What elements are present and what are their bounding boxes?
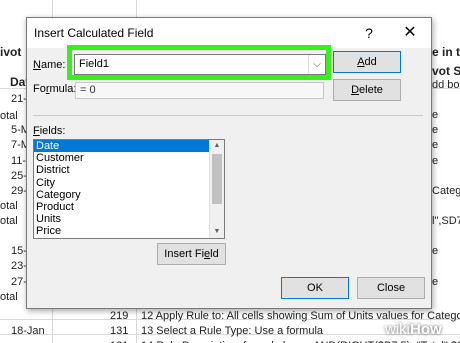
sheet-cell: ivot: [0, 45, 22, 59]
sheet-cell: Catego: [432, 185, 460, 197]
sheet-cell: 219: [110, 310, 129, 322]
sheet-cell: 131: [110, 325, 129, 337]
field-list-item[interactable]: District: [34, 164, 210, 176]
close-button[interactable]: Close: [357, 277, 425, 299]
formula-value: = 0: [80, 84, 96, 96]
sheet-cell: l",SD7: [432, 215, 460, 227]
sheet-cell: otal: [0, 200, 18, 212]
ok-button[interactable]: OK: [281, 277, 349, 299]
fields-label: Fields:: [33, 125, 66, 137]
scrollbar[interactable]: ▲ ▼: [209, 140, 224, 238]
sheet-cell: otal: [0, 110, 18, 122]
sheet-cell: 15-: [11, 245, 27, 257]
sheet-cell: 25-: [11, 170, 27, 182]
field-list-item[interactable]: Category: [34, 189, 210, 201]
sheet-cell: 29-: [11, 185, 27, 197]
field-list-item[interactable]: City: [34, 177, 210, 189]
sheet-cell: 27-: [11, 276, 27, 288]
sheet-cell: e: [432, 124, 439, 136]
sheet-cell: e in th: [432, 45, 460, 59]
name-label: Name:: [33, 59, 66, 71]
field-list-item[interactable]: Customer: [34, 152, 210, 164]
sheet-cell: 11-: [11, 155, 27, 167]
dialog-titlebar: Insert Calculated Field ? ✕: [27, 18, 431, 48]
wikihow-logo: wikiHow: [385, 321, 442, 338]
separator: [33, 115, 423, 116]
insert-calculated-field-dialog: Insert Calculated Field ? ✕ Name: Field1…: [26, 17, 432, 309]
sheet-cell: 21-: [11, 93, 27, 105]
highlight-box: [67, 45, 331, 80]
sheet-cell: otal: [0, 291, 18, 303]
sheet-cell: e: [432, 276, 439, 288]
sheet-cell: 23-: [11, 260, 27, 272]
dialog-title: Insert Calculated Field: [34, 26, 154, 40]
sheet-cell: 13 Select a Rule Type: Use a formula: [141, 325, 324, 337]
sheet-cell: dd box: [432, 79, 460, 91]
close-icon[interactable]: ✕: [399, 23, 421, 43]
insert-field-button[interactable]: Insert Field: [157, 243, 226, 265]
sheet-cell: e: [432, 155, 439, 167]
sheet-cell: e: [432, 109, 439, 121]
fields-listbox[interactable]: Date Customer District City Category Product U…: [33, 139, 225, 239]
field-list-item[interactable]: Product: [34, 201, 210, 213]
sheet-cell: vot Sty: [432, 64, 460, 78]
help-button[interactable]: ?: [359, 23, 379, 43]
sheet-cell: e: [432, 245, 439, 257]
delete-button[interactable]: Delete: [333, 79, 401, 101]
add-button[interactable]: Add: [333, 51, 401, 73]
formula-field[interactable]: = 0: [75, 82, 324, 99]
field-list-item[interactable]: Price: [34, 225, 210, 237]
formula-label: Formula:: [33, 83, 77, 95]
scroll-down-icon[interactable]: ▼: [210, 226, 224, 238]
scroll-thumb[interactable]: [212, 154, 222, 204]
sheet-cell: otal: [0, 215, 18, 227]
sheet-cell: e: [432, 139, 439, 151]
sheet-cell: 18-Jan: [11, 325, 45, 337]
scroll-up-icon[interactable]: ▲: [210, 140, 224, 152]
field-list-item[interactable]: Date: [34, 140, 210, 153]
field-list-item[interactable]: Units: [34, 213, 210, 225]
